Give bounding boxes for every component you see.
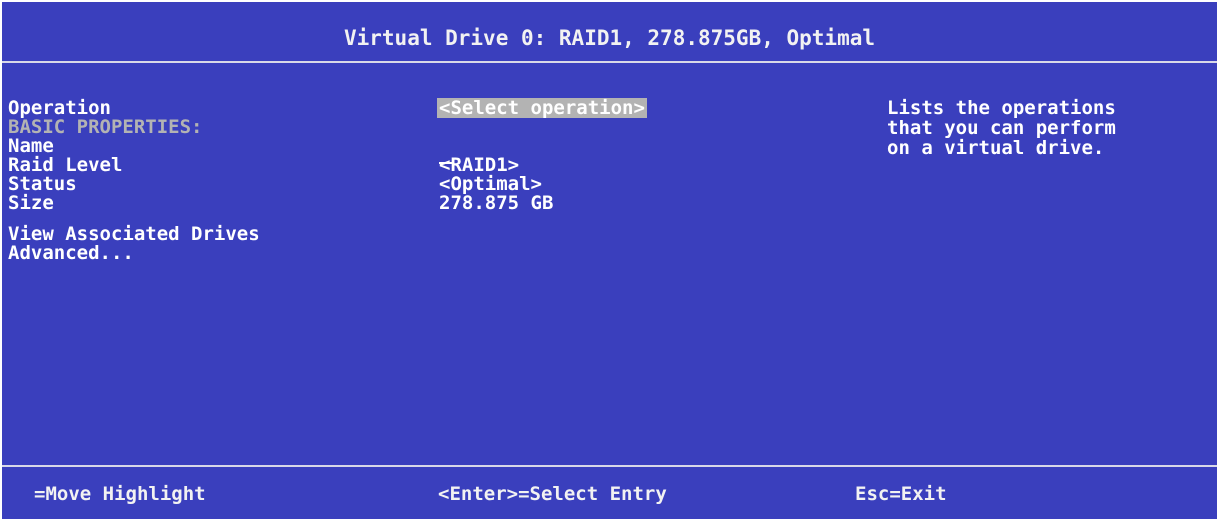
size-label: Size (8, 192, 54, 214)
help-text: Lists the operations that you can perfor… (887, 97, 1116, 159)
operation-label[interactable]: Operation (8, 98, 111, 118)
select-entry-hint: <Enter>=Select Entry (438, 483, 667, 505)
page-title: Virtual Drive 0: RAID1, 278.875GB, Optim… (343, 26, 875, 50)
raid-level-value[interactable]: <RAID1> (439, 155, 519, 175)
bios-screen: Virtual Drive 0: RAID1, 278.875GB, Optim… (2, 2, 1217, 519)
name-label[interactable]: Name (8, 136, 54, 156)
footer-divider (2, 465, 1217, 467)
size-value: 278.875 GB (439, 192, 554, 214)
raid-level-label: Raid Level (8, 154, 123, 176)
status-value[interactable]: <Optimal> (439, 174, 542, 194)
header-divider (2, 61, 1217, 63)
status-label: Status (8, 173, 77, 195)
operation-select[interactable]: <Select operation> (437, 98, 647, 118)
advanced-item[interactable]: Advanced... (8, 243, 134, 263)
view-associated-drives-item[interactable]: View Associated Drives (8, 224, 260, 244)
basic-properties-heading: BASIC PROPERTIES: (8, 116, 203, 138)
move-highlight-hint: =Move Highlight (34, 483, 206, 505)
exit-hint: Esc=Exit (855, 483, 947, 505)
